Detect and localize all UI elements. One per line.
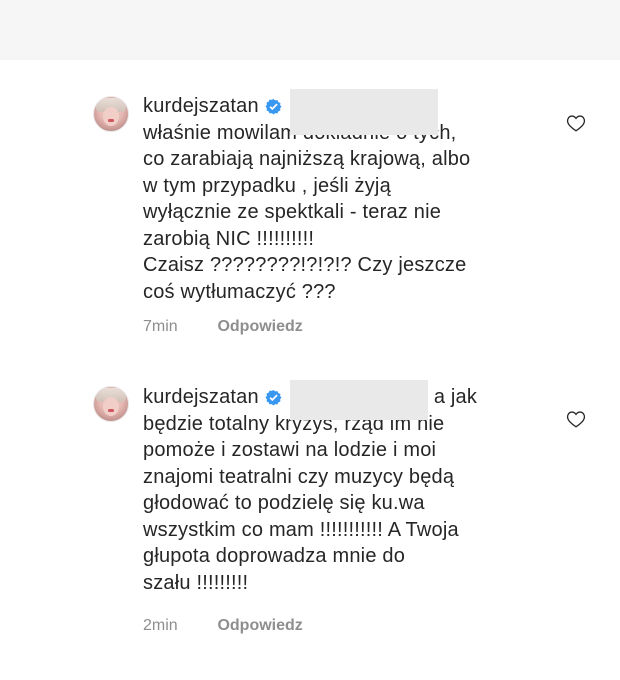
comment-line: znajomi teatralni czy muzycy będą: [143, 465, 455, 488]
verified-badge-icon: [265, 389, 282, 406]
comment-line: co zarabiają najniższą krajową, albo: [143, 148, 471, 170]
comment-meta: 7min Odpowiedz: [143, 318, 303, 336]
comment-line: zarobią NIC !!!!!!!!!!: [143, 227, 315, 250]
comment-line: głodować to podzielę się ku.wa: [143, 492, 425, 514]
top-background-band: [0, 0, 620, 60]
comment-line: coś wytłumaczyć ???: [143, 280, 336, 303]
redacted-mention: [289, 380, 428, 421]
comment-line: Czaisz ????????!?!?!? Czy jeszcze: [143, 254, 467, 276]
redacted-mention: [289, 89, 438, 136]
comment-text: kurdejszatan a jak będzie totalny kryzys…: [143, 380, 528, 596]
comment-meta: 2min Odpowiedz: [143, 617, 303, 635]
reply-button[interactable]: Odpowiedz: [217, 318, 302, 335]
comment-text: kurdejszatan właśnie mowilam dokładnie o…: [143, 89, 528, 305]
timestamp: 7min: [143, 318, 178, 335]
timestamp: 2min: [143, 617, 178, 634]
heart-outline-icon[interactable]: [566, 114, 586, 132]
comment-line: głupota doprowadza mnie do: [143, 545, 406, 567]
comment-line: wszystkim co mam !!!!!!!!!!! A Twoja: [143, 518, 459, 541]
verified-badge-icon: [265, 98, 282, 115]
comment-header: kurdejszatan: [143, 89, 528, 136]
comment-header: kurdejszatan a jak: [143, 380, 528, 421]
username-link[interactable]: kurdejszatan: [143, 384, 259, 411]
heart-outline-icon[interactable]: [566, 410, 586, 428]
comment-line: pomoże i zostawi na lodzie i moi: [143, 439, 437, 461]
comment-line: w tym przypadku , jeśli żyją: [143, 174, 391, 197]
reply-button[interactable]: Odpowiedz: [217, 617, 302, 634]
comment-line: wyłącznie ze spektkali - teraz nie: [143, 201, 442, 223]
comment-line: a jak: [433, 386, 478, 408]
comment-line: szału !!!!!!!!!: [143, 571, 249, 594]
username-link[interactable]: kurdejszatan: [143, 93, 259, 120]
avatar[interactable]: [93, 96, 129, 132]
avatar[interactable]: [93, 386, 129, 422]
